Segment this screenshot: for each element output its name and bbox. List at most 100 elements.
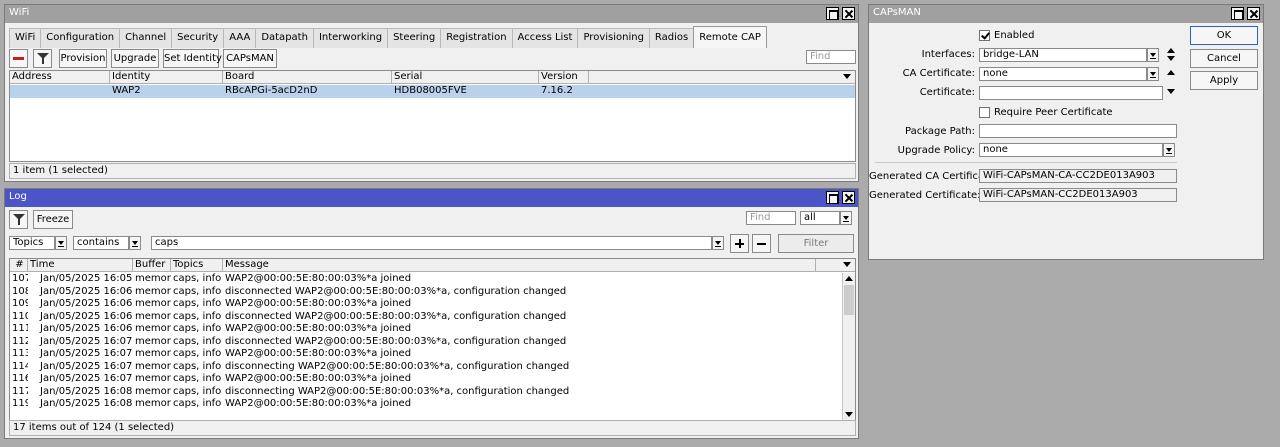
table-row[interactable]: 114 Jan/05/2025 16:07:49 memory caps, in… bbox=[10, 361, 843, 374]
filter-button[interactable]: Filter bbox=[778, 234, 854, 253]
close-icon[interactable] bbox=[842, 191, 855, 204]
tab-provisioning[interactable]: Provisioning bbox=[577, 28, 650, 48]
interfaces-select[interactable]: bridge-LAN bbox=[979, 48, 1147, 62]
log-find-input[interactable]: Find bbox=[746, 211, 796, 225]
col-version[interactable]: Version bbox=[539, 71, 589, 84]
tab-interworking[interactable]: Interworking bbox=[312, 28, 389, 48]
upgrade-policy-select[interactable]: none bbox=[979, 143, 1163, 157]
cell-message: WAP2@00:00:5E:80:00:03%*a joined bbox=[225, 323, 412, 334]
tab-wifi[interactable]: WiFi bbox=[9, 28, 42, 48]
tab-steering[interactable]: Steering bbox=[387, 28, 442, 48]
certificate-select[interactable] bbox=[979, 86, 1163, 100]
table-row[interactable]: 112 Jan/05/2025 16:07:14 memory caps, in… bbox=[10, 336, 843, 349]
column-menu-icon[interactable] bbox=[842, 71, 852, 83]
table-row[interactable]: 107 Jan/05/2025 16:05:47 memory caps, in… bbox=[10, 273, 843, 286]
ca-certificate-up-icon[interactable] bbox=[1166, 67, 1176, 79]
col-buffer[interactable]: Buffer bbox=[133, 259, 171, 272]
find-input[interactable]: Find bbox=[806, 50, 856, 64]
filter-value-dropdown-icon[interactable] bbox=[712, 236, 724, 250]
filter-op-dropdown-icon[interactable] bbox=[129, 236, 141, 250]
cell-number: 109 bbox=[12, 298, 28, 309]
upgrade-button[interactable]: Upgrade bbox=[111, 49, 159, 68]
maximize-icon[interactable] bbox=[1231, 7, 1244, 20]
tab-registration[interactable]: Registration bbox=[440, 28, 513, 48]
log-buffer-dropdown-icon[interactable] bbox=[840, 211, 852, 225]
freeze-button[interactable]: Freeze bbox=[33, 210, 73, 229]
package-path-input[interactable] bbox=[979, 124, 1177, 138]
enabled-label: Enabled bbox=[994, 30, 1035, 41]
maximize-icon[interactable] bbox=[826, 191, 839, 204]
close-icon[interactable] bbox=[1247, 7, 1260, 20]
filter-icon[interactable] bbox=[9, 210, 28, 229]
remove-filter-icon[interactable] bbox=[752, 234, 771, 253]
table-row[interactable]: 109 Jan/05/2025 16:06:15 memory caps, in… bbox=[10, 298, 843, 311]
filter-value-input[interactable]: caps bbox=[151, 236, 712, 250]
tab-datapath[interactable]: Datapath bbox=[255, 28, 314, 48]
ca-certificate-dropdown-icon[interactable] bbox=[1147, 67, 1159, 81]
scroll-up-icon[interactable] bbox=[844, 273, 854, 285]
wifi-titlebar[interactable]: WiFi bbox=[5, 5, 858, 23]
tab-access-list[interactable]: Access List bbox=[511, 28, 579, 48]
add-filter-icon[interactable] bbox=[730, 234, 749, 253]
table-row[interactable]: 113 Jan/05/2025 16:07:17 memory caps, in… bbox=[10, 348, 843, 361]
cancel-button[interactable]: Cancel bbox=[1190, 49, 1258, 68]
col-time[interactable]: Time bbox=[28, 259, 133, 272]
filter-op-select[interactable]: contains bbox=[73, 236, 129, 250]
tab-security[interactable]: Security bbox=[171, 28, 225, 48]
generated-certificate-label: Generated Certificate: bbox=[869, 190, 981, 201]
require-peer-certificate-checkbox[interactable] bbox=[979, 107, 990, 118]
col-board[interactable]: Board bbox=[223, 71, 392, 84]
set-identity-button[interactable]: Set Identity bbox=[163, 49, 222, 68]
cell-time: Jan/05/2025 16:06:55 bbox=[40, 323, 133, 334]
upgrade-policy-dropdown-icon[interactable] bbox=[1163, 143, 1175, 157]
tab-remote-cap[interactable]: Remote CAP bbox=[693, 26, 767, 48]
filter-field-select[interactable]: Topics bbox=[9, 236, 55, 250]
capsman-titlebar[interactable]: CAPsMAN bbox=[869, 5, 1263, 23]
col-message[interactable]: Message bbox=[223, 259, 816, 272]
ca-certificate-select[interactable]: none bbox=[979, 67, 1147, 81]
cell-identity: WAP2 bbox=[112, 85, 141, 96]
tab-radios[interactable]: Radios bbox=[648, 28, 695, 48]
cell-time: Jan/05/2025 16:06:15 bbox=[40, 298, 133, 309]
col-serial[interactable]: Serial bbox=[392, 71, 539, 84]
cell-number: 116 bbox=[12, 373, 28, 384]
scroll-thumb[interactable] bbox=[844, 285, 854, 315]
tab-channel[interactable]: Channel bbox=[119, 28, 173, 48]
interfaces-dropdown-icon[interactable] bbox=[1147, 48, 1159, 62]
tab-aaa[interactable]: AAA bbox=[223, 28, 257, 48]
ok-button[interactable]: OK bbox=[1190, 26, 1258, 45]
log-buffer-select[interactable]: all bbox=[800, 211, 840, 225]
log-scrollbar[interactable] bbox=[842, 273, 855, 421]
cell-message: WAP2@00:00:5E:80:00:03%*a joined bbox=[225, 348, 412, 359]
cell-buffer: memory bbox=[135, 335, 171, 347]
table-row[interactable]: WAP2 RBcAPGi-5acD2nD HDB08005FVE 7.16.2 bbox=[10, 85, 855, 98]
capsman-button[interactable]: CAPsMAN bbox=[223, 49, 277, 68]
col-address[interactable]: Address bbox=[10, 71, 110, 84]
table-row[interactable]: 119 Jan/05/2025 16:08:07 memory caps, in… bbox=[10, 398, 843, 411]
certificate-dropdown-icon[interactable] bbox=[1166, 86, 1176, 98]
log-titlebar[interactable]: Log bbox=[5, 189, 858, 207]
cell-time: Jan/05/2025 16:06:12 bbox=[40, 285, 133, 297]
cell-time: Jan/05/2025 16:07:52 bbox=[40, 373, 133, 384]
table-row[interactable]: 116 Jan/05/2025 16:07:52 memory caps, in… bbox=[10, 373, 843, 386]
tab-configuration[interactable]: Configuration bbox=[40, 28, 121, 48]
log-window: Log Freeze Find all Topics contains caps… bbox=[4, 188, 859, 439]
table-row[interactable]: 108 Jan/05/2025 16:06:12 memory caps, in… bbox=[10, 286, 843, 299]
table-row[interactable]: 111 Jan/05/2025 16:06:55 memory caps, in… bbox=[10, 323, 843, 336]
col-number[interactable]: # bbox=[10, 259, 28, 272]
column-menu-icon[interactable] bbox=[842, 259, 852, 271]
remove-icon[interactable] bbox=[9, 49, 28, 68]
filter-field-dropdown-icon[interactable] bbox=[55, 236, 67, 250]
cell-buffer: memory bbox=[135, 360, 171, 372]
col-topics[interactable]: Topics bbox=[171, 259, 223, 272]
filter-icon[interactable] bbox=[33, 49, 52, 68]
col-identity[interactable]: Identity bbox=[110, 71, 223, 84]
table-row[interactable]: 117 Jan/05/2025 16:08:03 memory caps, in… bbox=[10, 386, 843, 399]
table-row[interactable]: 110 Jan/05/2025 16:06:21 memory caps, in… bbox=[10, 311, 843, 324]
apply-button[interactable]: Apply bbox=[1190, 71, 1258, 90]
provision-button[interactable]: Provision bbox=[59, 49, 107, 68]
maximize-icon[interactable] bbox=[826, 7, 839, 20]
enabled-checkbox[interactable] bbox=[979, 30, 990, 41]
interfaces-updown-icon[interactable] bbox=[1166, 48, 1176, 62]
close-icon[interactable] bbox=[842, 7, 855, 20]
